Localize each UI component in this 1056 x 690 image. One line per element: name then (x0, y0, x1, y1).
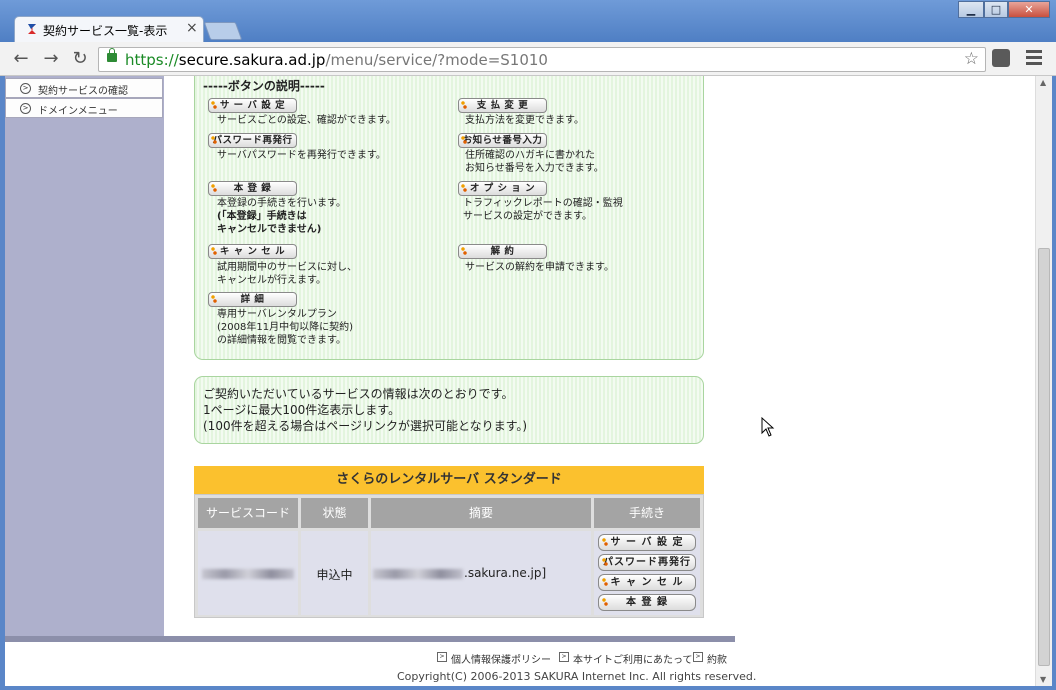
legend-desc: 本登録の手続きを行います。 (217, 198, 346, 209)
scrollbar-thumb[interactable] (1038, 248, 1050, 666)
legend-payment-change-button: 支 払 変 更 (458, 98, 547, 113)
reload-icon[interactable]: ↻ (69, 48, 91, 70)
mouse-cursor-icon (761, 417, 775, 437)
forward-arrow-icon[interactable]: → (40, 48, 62, 70)
tab-title: 契約サービス一覧-表示 (43, 24, 168, 38)
main-content: -----ボタンの説明----- サ ー バ 設 定 サービスごとの設定、確認が… (164, 76, 1035, 636)
legend-desc: サービスの解約を申請できます。 (465, 262, 614, 273)
legend-notice-number-button: お知らせ番号入力 (458, 133, 547, 148)
legend-termination-button: 解 約 (458, 244, 547, 259)
legend-desc: の詳細情報を閲覧できます。 (217, 335, 346, 346)
url-path: /menu/service/?mode=S1010 (325, 51, 548, 69)
link-arrow-icon: > (693, 652, 703, 662)
url-text[interactable]: https://secure.sakura.ad.jp/menu/service… (125, 51, 548, 69)
legend-title: -----ボタンの説明----- (203, 79, 325, 93)
button-legend-box: -----ボタンの説明----- サ ー バ 設 定 サービスごとの設定、確認が… (194, 76, 704, 360)
redacted-domain (373, 569, 463, 579)
back-arrow-icon[interactable]: ← (10, 48, 32, 70)
column-header-service-code: サービスコード (198, 498, 298, 528)
scroll-down-icon[interactable]: ▼ (1040, 675, 1046, 684)
circle-arrow-icon: > (20, 83, 31, 94)
sidebar-item-label: ドメインメニュー (38, 106, 118, 117)
cancel-button[interactable]: キ ャ ン セ ル (598, 574, 696, 591)
new-tab-button[interactable] (203, 22, 243, 40)
legend-desc: (2008年11月中旬以降に契約) (217, 322, 353, 333)
legend-desc: 専用サーバレンタルプラン (217, 309, 337, 320)
window-frame-bottom (0, 686, 1056, 690)
link-arrow-icon: > (437, 652, 447, 662)
password-reissue-button[interactable]: パスワード再発行 (598, 554, 696, 571)
window-maximize-button[interactable]: □ (984, 1, 1008, 18)
vertical-scrollbar[interactable]: ▲ ▼ (1035, 76, 1052, 686)
cell-status: 申込中 (301, 531, 368, 615)
legend-cancel-button: キ ャ ン セ ル (208, 244, 297, 259)
sidebar: > 契約サービスの確認 > ドメインメニュー (5, 76, 164, 636)
legend-desc: 支払方法を変更できます。 (465, 115, 584, 126)
legend-server-settings-button: サ ー バ 設 定 (208, 98, 297, 113)
sidebar-item-label: 契約サービスの確認 (38, 86, 128, 97)
address-bar[interactable]: https://secure.sakura.ad.jp/menu/service… (98, 47, 986, 72)
link-arrow-icon: > (559, 652, 569, 662)
browser-toolbar: ← → ↻ https://secure.sakura.ad.jp/menu/s… (0, 42, 1056, 76)
url-host: secure.sakura.ad.jp (178, 51, 326, 69)
cell-actions: サ ー バ 設 定 パスワード再発行 キ ャ ン セ ル 本 登 録 (594, 531, 700, 615)
window-frame-left (0, 76, 5, 690)
footer-divider (5, 636, 735, 642)
cell-summary: .sakura.ne.jp] (371, 531, 591, 615)
service-title: さくらのレンタルサーバ スタンダード (194, 466, 704, 494)
legend-desc: 試用期間中のサービスに対し、 (217, 262, 357, 273)
extension-icon[interactable] (992, 49, 1010, 67)
page-viewport: > 契約サービスの確認 > ドメインメニュー -----ボタンの説明----- … (5, 76, 1035, 686)
legend-password-reissue-button: パスワード再発行 (208, 133, 297, 148)
copyright-text: Copyright(C) 2006-2013 SAKURA Internet I… (397, 670, 757, 683)
browser-titlebar: 契約サービス一覧-表示 × ▁ □ ✕ (0, 0, 1056, 42)
legend-registration-button: 本 登 録 (208, 181, 297, 196)
window-minimize-button[interactable]: ▁ (958, 1, 984, 18)
browser-menu-icon[interactable] (1026, 50, 1042, 66)
status-text: 申込中 (316, 568, 353, 582)
bookmark-star-icon[interactable]: ☆ (964, 49, 979, 69)
summary-text: .sakura.ne.jp] (464, 566, 547, 580)
scroll-up-icon[interactable]: ▲ (1040, 78, 1046, 87)
server-settings-button[interactable]: サ ー バ 設 定 (598, 534, 696, 551)
circle-arrow-icon: > (20, 103, 31, 114)
legend-desc: お知らせ番号を入力できます。 (465, 163, 604, 174)
column-header-actions: 手続き (594, 498, 700, 528)
legend-desc: キャンセルが行えます。 (217, 275, 326, 286)
window-frame-right (1052, 76, 1056, 690)
info-text: ご契約いただいているサービスの情報は次のとおりです。 1ページに最大100件迄表… (203, 386, 527, 434)
service-table: サービスコード 状態 摘要 手続き 申込中 .sakura.ne.jp] サ ー… (194, 494, 704, 618)
footer-link-terms-of-use[interactable]: > 本サイトご利用にあたって (559, 651, 693, 666)
sidebar-item-service-confirm[interactable]: > 契約サービスの確認 (5, 78, 163, 98)
tab-close-icon[interactable]: × (186, 20, 198, 36)
legend-desc: トラフィックレポートの確認・監視 (463, 198, 623, 209)
sidebar-item-domain-menu[interactable]: > ドメインメニュー (5, 98, 163, 118)
legend-desc-warning: キャンセルできません) (217, 224, 322, 235)
footer-link-agreement[interactable]: > 約款 (693, 651, 727, 666)
column-header-summary: 摘要 (371, 498, 591, 528)
legend-desc: 住所確認のハガキに書かれた (465, 150, 595, 161)
footer-link-privacy[interactable]: > 個人情報保護ポリシー (437, 651, 551, 666)
legend-desc: サービスごとの設定、確認ができます。 (217, 115, 396, 126)
cell-service-code (198, 531, 298, 615)
legend-details-button: 詳 細 (208, 292, 297, 307)
redacted-service-code (202, 569, 294, 579)
column-header-status: 状態 (301, 498, 368, 528)
sakura-favicon-icon (28, 24, 36, 34)
browser-tab[interactable]: 契約サービス一覧-表示 × (14, 16, 204, 42)
legend-desc: サービスの設定ができます。 (463, 211, 592, 222)
info-line: ご契約いただいているサービスの情報は次のとおりです。 (203, 387, 514, 401)
info-box: ご契約いただいているサービスの情報は次のとおりです。 1ページに最大100件迄表… (194, 376, 704, 444)
legend-desc-warning: (「本登録」手続きは (217, 211, 307, 222)
info-line: 1ページに最大100件迄表示します。 (203, 403, 401, 417)
legend-option-button: オ プ シ ョ ン (458, 181, 547, 196)
legend-desc: サーバパスワードを再発行できます。 (217, 150, 386, 161)
info-line: (100件を超える場合はページリンクが選択可能となります。) (203, 419, 528, 433)
window-close-button[interactable]: ✕ (1008, 1, 1050, 18)
registration-button[interactable]: 本 登 録 (598, 594, 696, 611)
lock-icon (107, 48, 117, 62)
url-scheme: https:// (125, 51, 179, 69)
